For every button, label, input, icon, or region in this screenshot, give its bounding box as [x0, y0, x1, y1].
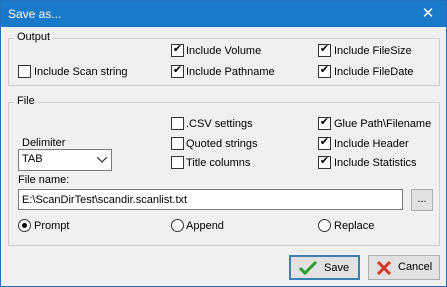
checkmark-icon: ✔	[319, 116, 330, 128]
filename-label: File name:	[18, 174, 70, 186]
quoted-strings-label[interactable]: Quoted strings	[186, 138, 258, 150]
include-filesize-label[interactable]: Include FileSize	[334, 45, 412, 57]
cancel-icon	[377, 261, 391, 275]
prompt-radio[interactable]	[18, 219, 31, 232]
cancel-button[interactable]: Cancel	[368, 255, 440, 280]
prompt-label[interactable]: Prompt	[34, 220, 69, 232]
title-bar: Save as... ✕	[1, 1, 446, 27]
delimiter-select[interactable]: TAB	[18, 149, 112, 171]
title-columns-label[interactable]: Title columns	[186, 157, 250, 169]
include-filesize-checkbox[interactable]: ✔	[318, 43, 331, 57]
include-scan-string-label[interactable]: Include Scan string	[34, 66, 128, 78]
close-icon[interactable]: ✕	[410, 1, 446, 27]
save-as-dialog: Save as... ✕ Output ✔ Include Volume ✔ I…	[0, 0, 447, 287]
checkmark-icon: ✔	[319, 155, 330, 167]
save-label: Save	[324, 262, 350, 274]
include-pathname-label[interactable]: Include Pathname	[186, 66, 275, 78]
include-volume-label[interactable]: Include Volume	[186, 45, 261, 57]
delimiter-value: TAB	[22, 153, 43, 165]
radio-dot	[22, 223, 27, 228]
checkmark-icon: ✔	[172, 64, 183, 76]
csv-settings-checkbox[interactable]	[171, 117, 184, 130]
filename-input[interactable]	[18, 189, 403, 210]
checkmark-icon: ✔	[319, 64, 330, 76]
include-pathname-checkbox[interactable]: ✔	[171, 64, 184, 78]
include-statistics-label[interactable]: Include Statistics	[334, 157, 417, 169]
append-radio[interactable]	[171, 219, 184, 232]
window-title: Save as...	[8, 7, 62, 21]
include-volume-checkbox[interactable]: ✔	[171, 43, 184, 57]
glue-path-checkbox[interactable]: ✔	[318, 116, 331, 130]
include-header-checkbox[interactable]: ✔	[318, 136, 331, 150]
replace-radio[interactable]	[318, 219, 331, 232]
include-filedate-label[interactable]: Include FileDate	[334, 66, 414, 78]
browse-label: ...	[417, 193, 427, 205]
cancel-label: Cancel	[398, 261, 433, 273]
chevron-down-icon	[97, 157, 107, 163]
title-columns-checkbox[interactable]	[171, 156, 184, 169]
include-statistics-checkbox[interactable]: ✔	[318, 155, 331, 169]
checkmark-icon: ✔	[319, 43, 330, 55]
quoted-strings-checkbox[interactable]	[171, 137, 184, 150]
include-scan-string-checkbox[interactable]	[18, 65, 31, 78]
browse-button[interactable]: ...	[411, 189, 433, 211]
glue-path-label[interactable]: Glue Path\Filename	[334, 118, 431, 130]
include-header-label[interactable]: Include Header	[334, 138, 409, 150]
save-button[interactable]: Save	[289, 255, 360, 280]
delimiter-label: Delimiter	[22, 137, 66, 149]
checkmark-icon: ✔	[319, 136, 330, 148]
output-legend: Output	[14, 31, 54, 43]
replace-label[interactable]: Replace	[334, 220, 374, 232]
include-filedate-checkbox[interactable]: ✔	[318, 64, 331, 78]
checkmark-icon	[299, 261, 317, 275]
append-label[interactable]: Append	[186, 220, 224, 232]
checkmark-icon: ✔	[172, 43, 183, 55]
csv-settings-label[interactable]: .CSV settings	[186, 118, 253, 130]
file-legend: File	[14, 95, 38, 107]
